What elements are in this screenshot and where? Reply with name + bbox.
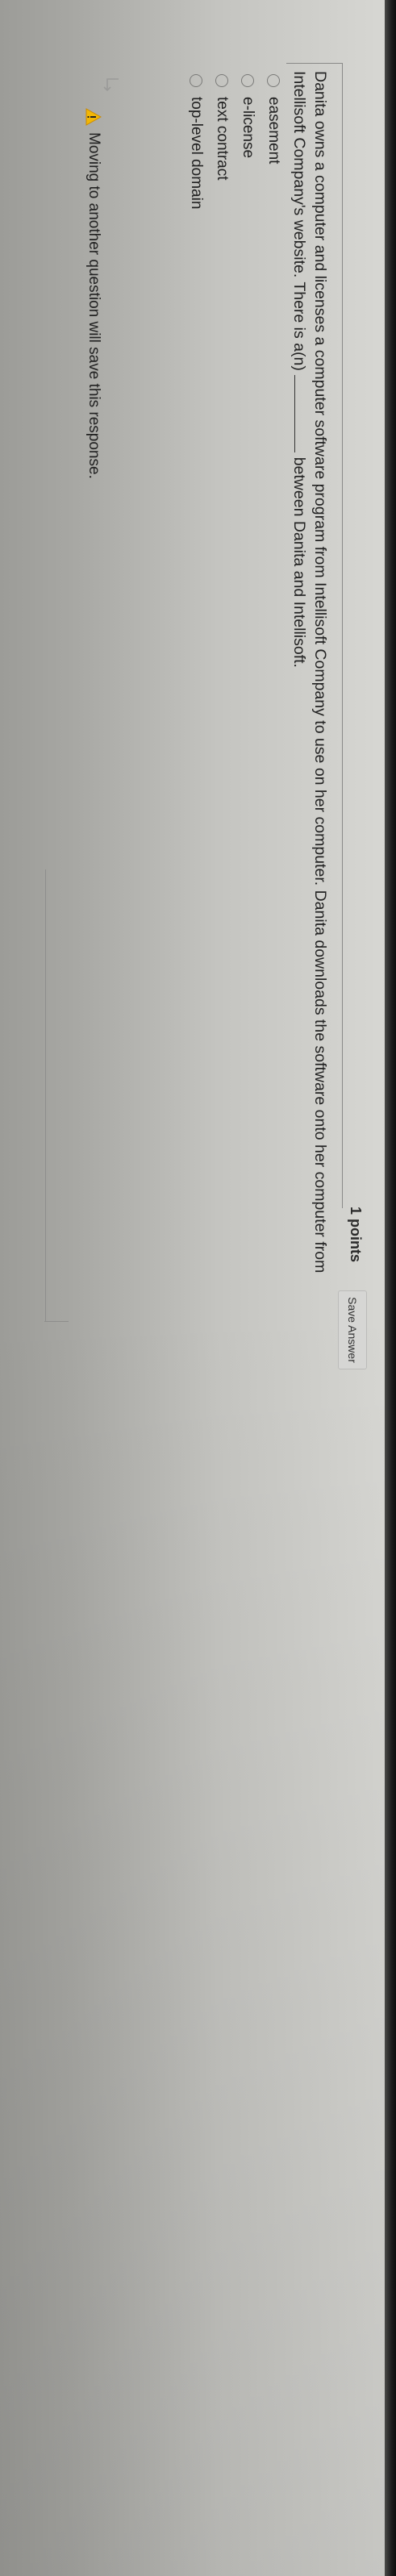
save-answer-button[interactable]: Save Answer	[338, 1290, 367, 1369]
monitor-bezel	[385, 0, 396, 2576]
answer-blank	[294, 375, 310, 453]
option-label: easement	[265, 97, 282, 165]
panel-bottom-border	[45, 869, 46, 1321]
option-e-license[interactable]: e-license	[235, 74, 261, 209]
save-warning: Moving to another question will save thi…	[85, 108, 102, 479]
question-panel: 1 points Save Answer Danita owns a compu…	[44, 63, 375, 1369]
option-label: e-license	[240, 97, 256, 159]
radio-button[interactable]	[241, 74, 254, 87]
panel-left-border	[286, 63, 343, 64]
question-text-before: Danita owns a computer and licenses a co…	[290, 71, 329, 1273]
lighting-shade	[0, 1290, 396, 2576]
radio-button[interactable]	[267, 74, 280, 87]
arrow-return-icon	[103, 78, 119, 92]
rotated-page: 1 points Save Answer Danita owns a compu…	[0, 0, 385, 1369]
radio-button[interactable]	[190, 74, 202, 87]
option-top-level-domain[interactable]: top-level domain	[183, 74, 209, 209]
question-text-after: between Danita and Intellisoft.	[290, 456, 308, 668]
screen: 1 points Save Answer Danita owns a compu…	[0, 0, 396, 2576]
header-divider	[342, 63, 343, 1208]
radio-button[interactable]	[215, 74, 228, 87]
warning-text: Moving to another question will save thi…	[85, 132, 102, 479]
panel-right-border	[44, 1321, 69, 1322]
option-label: top-level domain	[188, 97, 205, 210]
option-label: text contract	[214, 97, 231, 181]
option-easement[interactable]: easement	[261, 74, 286, 209]
warning-icon	[85, 108, 102, 126]
question-text: Danita owns a computer and licenses a co…	[289, 71, 330, 1281]
option-text-contract[interactable]: text contract	[209, 74, 235, 209]
answer-options: easement e-license text contract top-lev…	[183, 74, 286, 209]
points-label: 1 points	[348, 1207, 364, 1263]
